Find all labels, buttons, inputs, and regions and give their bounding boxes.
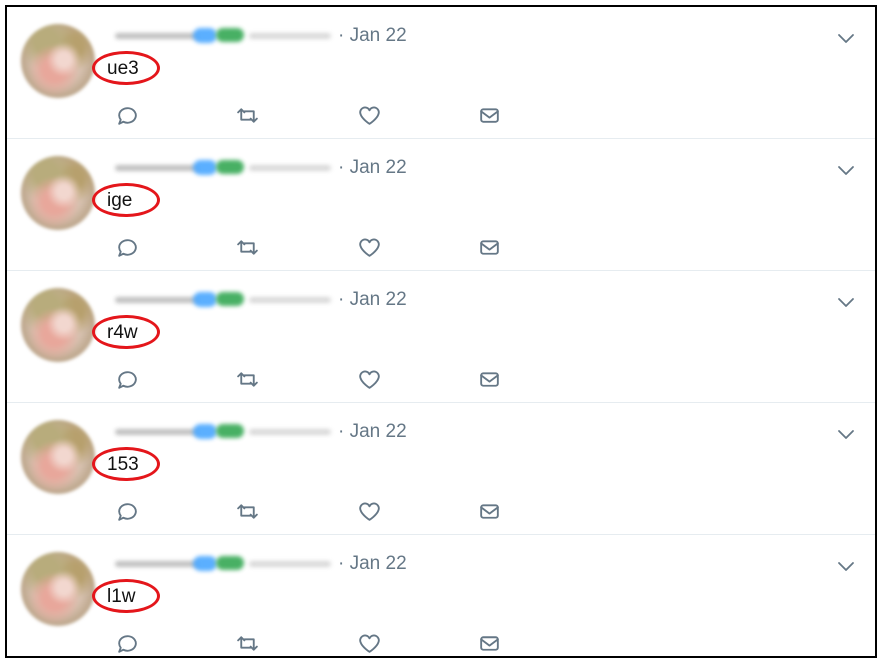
blurred-display-name — [115, 297, 199, 303]
mail-icon[interactable] — [475, 101, 503, 129]
verified-badge-icon — [193, 28, 217, 43]
mail-icon[interactable] — [475, 497, 503, 525]
tweet-card[interactable]: · Jan 22 ue3 — [7, 7, 875, 139]
blurred-handle — [249, 561, 331, 567]
timeline-frame: · Jan 22 ue3 · Jan 22 ige · Jan 22 r4w ·… — [5, 5, 877, 658]
tweet-actions — [113, 629, 503, 656]
tweet-actions — [113, 497, 503, 525]
avatar[interactable] — [21, 24, 95, 98]
status-badge-icon — [216, 424, 244, 438]
status-badge-icon — [216, 160, 244, 174]
tweet-text: 153 — [107, 454, 139, 475]
tweet-text: r4w — [107, 322, 138, 343]
avatar[interactable] — [21, 156, 95, 230]
mail-icon[interactable] — [475, 629, 503, 656]
reply-icon[interactable] — [113, 365, 141, 393]
verified-badge-icon — [193, 160, 217, 175]
tweet-card[interactable]: · Jan 22 ige — [7, 139, 875, 271]
verified-badge-icon — [193, 424, 217, 439]
tweet-content-area: ue3 — [92, 51, 164, 91]
tweet-date: · Jan 22 — [338, 157, 407, 178]
blurred-user-name[interactable] — [113, 552, 331, 576]
heart-icon[interactable] — [355, 365, 383, 393]
heart-icon[interactable] — [355, 497, 383, 525]
avatar[interactable] — [21, 288, 95, 362]
reply-icon[interactable] — [113, 629, 141, 656]
mail-icon[interactable] — [475, 365, 503, 393]
tweet-date: · Jan 22 — [338, 553, 407, 574]
blurred-handle — [249, 165, 331, 171]
heart-icon[interactable] — [355, 233, 383, 261]
heart-icon[interactable] — [355, 101, 383, 129]
blurred-handle — [249, 33, 331, 39]
chevron-down-icon[interactable] — [834, 290, 858, 314]
blurred-handle — [249, 429, 331, 435]
tweet-content-area: l1w — [92, 579, 164, 619]
tweet-content-area: r4w — [92, 315, 164, 355]
status-badge-icon — [216, 292, 244, 306]
retweet-icon[interactable] — [233, 233, 261, 261]
verified-badge-icon — [193, 292, 217, 307]
retweet-icon[interactable] — [233, 629, 261, 656]
tweet-date: · Jan 22 — [338, 289, 407, 310]
tweet-actions — [113, 233, 503, 261]
blurred-display-name — [115, 429, 199, 435]
blurred-handle — [249, 297, 331, 303]
reply-icon[interactable] — [113, 233, 141, 261]
avatar[interactable] — [21, 552, 95, 626]
tweet-card[interactable]: · Jan 22 r4w — [7, 271, 875, 403]
tweet-actions — [113, 101, 503, 129]
avatar[interactable] — [21, 420, 95, 494]
tweet-content-area: ige — [92, 183, 164, 223]
verified-badge-icon — [193, 556, 217, 571]
tweet-actions — [113, 365, 503, 393]
status-badge-icon — [216, 556, 244, 570]
reply-icon[interactable] — [113, 101, 141, 129]
retweet-icon[interactable] — [233, 497, 261, 525]
tweet-content-area: 153 — [92, 447, 164, 487]
tweet-card[interactable]: · Jan 22 l1w — [7, 535, 875, 656]
blurred-display-name — [115, 33, 199, 39]
chevron-down-icon[interactable] — [834, 422, 858, 446]
chevron-down-icon[interactable] — [834, 554, 858, 578]
tweet-date: · Jan 22 — [338, 421, 407, 442]
chevron-down-icon[interactable] — [834, 26, 858, 50]
blurred-display-name — [115, 165, 199, 171]
blurred-user-name[interactable] — [113, 288, 331, 312]
tweet-card[interactable]: · Jan 22 153 — [7, 403, 875, 535]
mail-icon[interactable] — [475, 233, 503, 261]
blurred-user-name[interactable] — [113, 24, 331, 48]
chevron-down-icon[interactable] — [834, 158, 858, 182]
tweet-text: l1w — [107, 586, 136, 607]
blurred-user-name[interactable] — [113, 156, 331, 180]
status-badge-icon — [216, 28, 244, 42]
heart-icon[interactable] — [355, 629, 383, 656]
tweet-date: · Jan 22 — [338, 25, 407, 46]
retweet-icon[interactable] — [233, 101, 261, 129]
reply-icon[interactable] — [113, 497, 141, 525]
blurred-user-name[interactable] — [113, 420, 331, 444]
tweet-text: ue3 — [107, 58, 139, 79]
tweet-text: ige — [107, 190, 133, 211]
retweet-icon[interactable] — [233, 365, 261, 393]
blurred-display-name — [115, 561, 199, 567]
